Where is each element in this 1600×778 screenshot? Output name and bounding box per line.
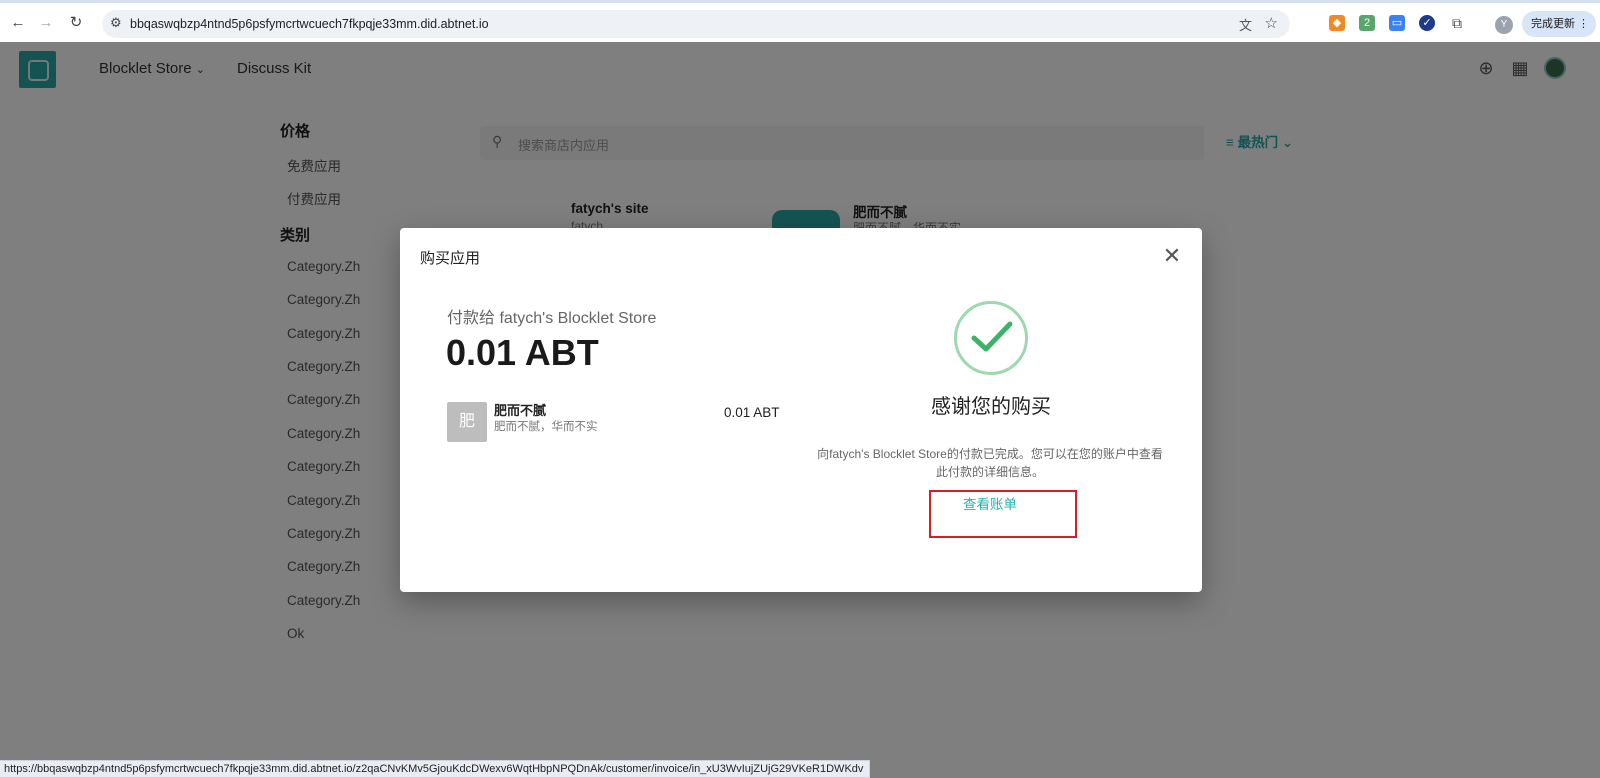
success-check-icon [954, 301, 1028, 375]
payment-amount: 0.01 ABT [446, 332, 599, 373]
item-description: 肥而不腻，华而不实 [494, 421, 598, 433]
extension-badge: 2 [1363, 17, 1371, 29]
purchase-dialog: 购买应用 ✕ 付款给 fatych's Blocklet Store 0.01 … [400, 228, 1202, 592]
reload-icon[interactable]: ↻ [66, 13, 86, 33]
pay-to-label: 付款给 fatych's Blocklet Store [447, 310, 657, 327]
thanks-heading: 感谢您的购买 [931, 396, 1051, 418]
status-bar-url: https://bbqaswqbzp4ntnd5p6psfymcrtwcuech… [0, 760, 871, 778]
update-label: 完成更新 [1531, 18, 1575, 30]
check-extension-icon[interactable]: ✓ [1419, 15, 1435, 31]
checkmark-icon [971, 321, 1013, 352]
dialog-title: 购买应用 [420, 250, 481, 267]
puzzle-extensions-icon[interactable]: ⧉ [1449, 15, 1465, 31]
browser-toolbar: ← → ↻ ⚙ bbqaswqbzp4ntnd5p6psfymcrtwcuech… [0, 0, 1600, 42]
extension-icon[interactable]: 2 [1359, 15, 1375, 31]
item-price: 0.01 ABT [724, 405, 780, 420]
update-button[interactable]: 完成更新 ⋮ [1522, 11, 1596, 37]
profile-avatar[interactable]: Y [1495, 16, 1513, 34]
bookmark-star-icon[interactable]: ☆ [1265, 14, 1278, 32]
window-extension-icon[interactable]: ▭ [1389, 15, 1405, 31]
payment-complete-message: 向fatych's Blocklet Store的付款已完成。您可以在您的账户中… [817, 447, 1163, 479]
close-icon[interactable]: ✕ [1160, 244, 1184, 268]
forward-icon[interactable]: → [36, 13, 56, 33]
translate-icon[interactable]: 文 [1239, 15, 1252, 34]
annotation-highlight-box [929, 490, 1077, 538]
site-settings-icon[interactable]: ⚙ [110, 15, 122, 31]
address-bar[interactable]: ⚙ bbqaswqbzp4ntnd5p6psfymcrtwcuech7fkpqj… [102, 10, 1290, 38]
metamask-extension-icon[interactable]: ◆ [1329, 15, 1345, 31]
back-icon[interactable]: ← [8, 13, 28, 33]
item-name: 肥而不腻 [494, 403, 547, 418]
address-url[interactable]: bbqaswqbzp4ntnd5p6psfymcrtwcuech7fkpqje3… [130, 17, 489, 31]
item-thumbnail: 肥 [447, 402, 487, 442]
